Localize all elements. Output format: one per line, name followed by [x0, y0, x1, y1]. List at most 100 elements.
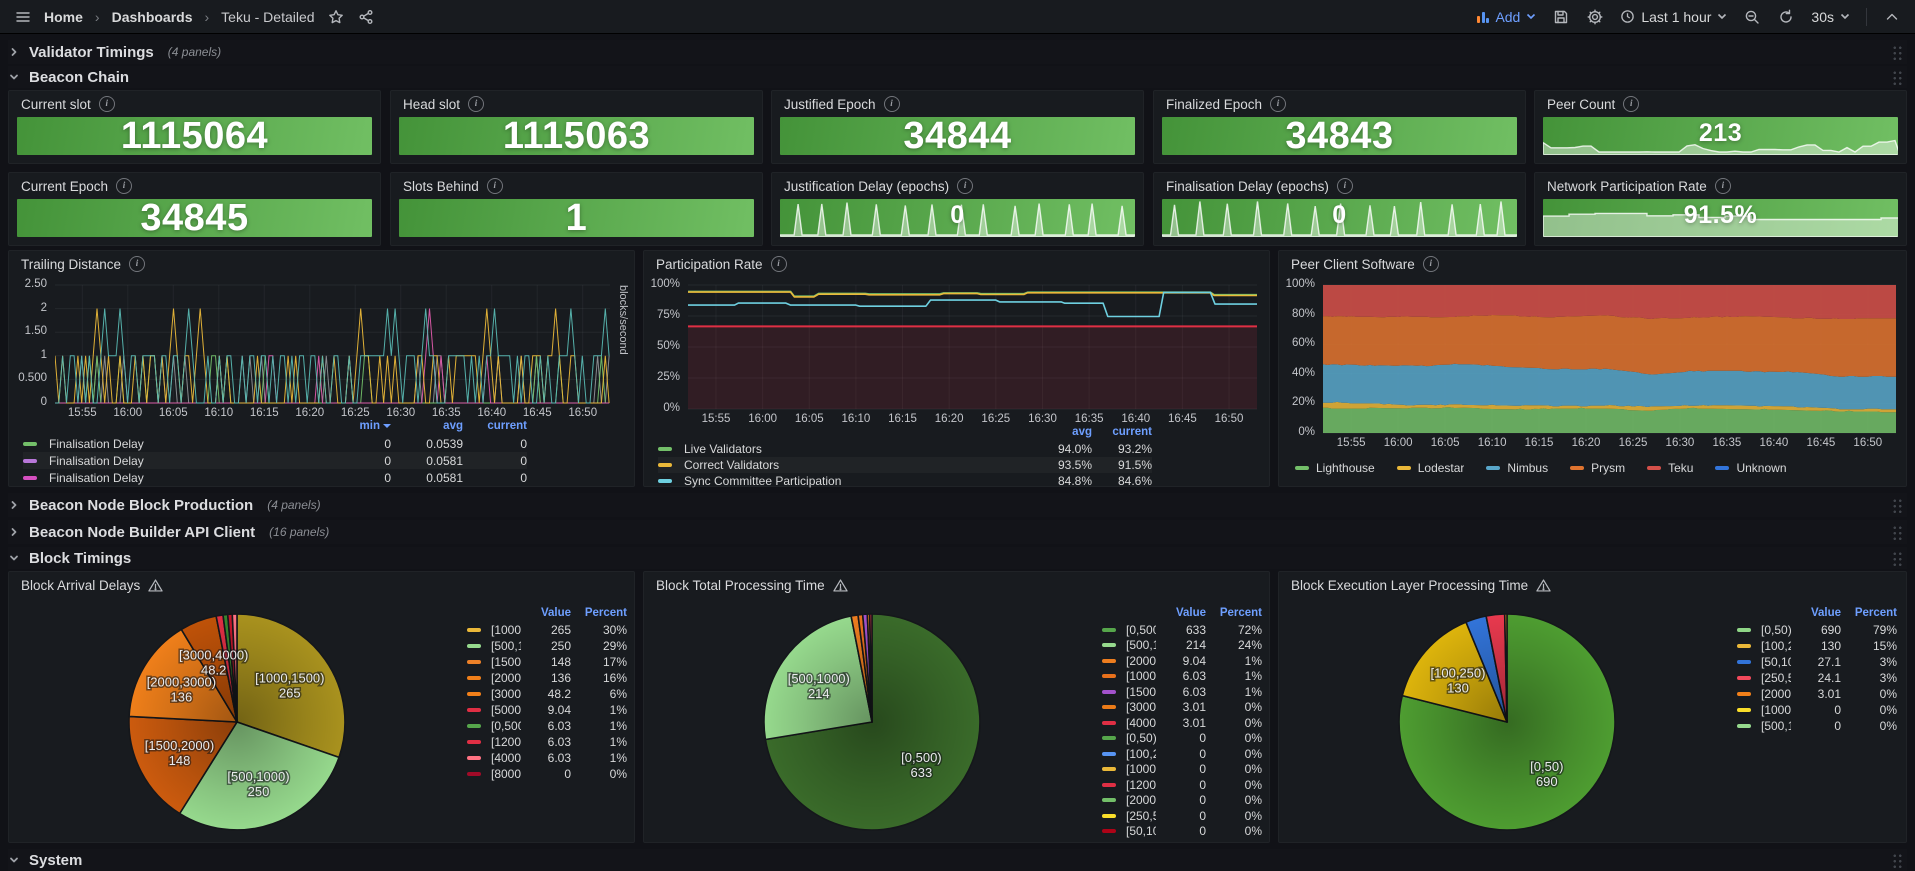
warning-icon[interactable] [833, 578, 848, 593]
legend-item[interactable]: Prysm [1570, 461, 1625, 475]
panel-title[interactable]: Head slot [403, 97, 460, 112]
legend-series-name[interactable]: Finalisation Delay [49, 437, 331, 451]
legend-item[interactable]: Unknown [1715, 461, 1786, 475]
legend-column-header[interactable]: Percent [579, 607, 627, 619]
legend-series-name[interactable]: Live Validators [684, 442, 1028, 456]
chevron-down-icon[interactable] [8, 552, 20, 564]
legend-series-name[interactable]: [500,1000) [1761, 719, 1791, 733]
chevron-down-icon[interactable] [8, 71, 20, 83]
row-block-timings[interactable]: Block Timings [8, 547, 1907, 569]
legend-series-name[interactable]: [0,50) [1761, 623, 1791, 637]
legend-series-name[interactable]: [2000,3000) [1126, 654, 1156, 668]
share-icon[interactable] [357, 8, 375, 26]
legend-series-name[interactable]: Lighthouse [1316, 461, 1375, 475]
panel-title[interactable]: Justified Epoch [784, 97, 876, 112]
legend-series-name[interactable]: [3000,4000) [1126, 700, 1156, 714]
info-icon[interactable]: i [771, 256, 787, 272]
info-icon[interactable]: i [1715, 178, 1731, 194]
legend-series-name[interactable]: [2000,∞) [1761, 687, 1791, 701]
legend-column-header[interactable]: Value [1799, 607, 1841, 619]
legend-series-name[interactable]: [0,500) [1126, 623, 1156, 637]
drag-handle[interactable] [1892, 70, 1903, 85]
zoom-out-icon[interactable] [1743, 8, 1761, 26]
dashboard-settings-icon[interactable] [1586, 8, 1604, 26]
info-icon[interactable]: i [1270, 96, 1286, 112]
legend-series-name[interactable]: Teku [1668, 461, 1693, 475]
legend-series-name[interactable]: [1500,2000) [491, 655, 521, 669]
row-beacon-chain[interactable]: Beacon Chain [8, 66, 1907, 88]
legend-series-name[interactable]: [1000,1500) [491, 623, 521, 637]
chevron-right-icon[interactable] [8, 526, 20, 538]
legend-series-name[interactable]: [12000,∞) [1126, 778, 1156, 792]
legend-series-name[interactable]: [50,100) [1126, 824, 1156, 838]
legend-column-header[interactable]: avg [399, 420, 463, 432]
info-icon[interactable]: i [1337, 178, 1353, 194]
time-range-picker[interactable]: Last 1 hour [1620, 9, 1727, 25]
refresh-interval-dropdown[interactable]: 30s [1811, 9, 1850, 25]
panel-title[interactable]: Slots Behind [403, 179, 479, 194]
save-dashboard-icon[interactable] [1552, 8, 1570, 26]
info-icon[interactable]: i [116, 178, 132, 194]
legend-series-name[interactable]: [5000,8000) [491, 703, 521, 717]
panel-title[interactable]: Current slot [21, 97, 91, 112]
panel-title[interactable]: Finalized Epoch [1166, 97, 1262, 112]
drag-handle[interactable] [1892, 853, 1903, 868]
panel-title[interactable]: Block Total Processing Time [656, 578, 825, 593]
legend-series-name[interactable]: [4000,5000) [491, 751, 521, 765]
panel-title[interactable]: Finalisation Delay (epochs) [1166, 179, 1329, 194]
add-button[interactable]: Add [1477, 9, 1536, 25]
warning-icon[interactable] [1536, 578, 1551, 593]
legend-series-name[interactable]: Sync Committee Participation [684, 474, 1028, 488]
legend-column-header[interactable]: Percent [1849, 607, 1897, 619]
info-icon[interactable]: i [1623, 96, 1639, 112]
legend-column-header[interactable]: min [339, 420, 391, 432]
legend-series-name[interactable]: [100,250) [1761, 639, 1791, 653]
chevron-right-icon[interactable] [8, 499, 20, 511]
row-beacon-node-builder-api-client[interactable]: Beacon Node Builder API Client (16 panel… [8, 520, 1907, 544]
legend-column-header[interactable]: Percent [1214, 607, 1262, 619]
legend-series-name[interactable]: [1000,2000) [1126, 762, 1156, 776]
row-system[interactable]: System [8, 849, 1907, 871]
legend-series-name[interactable]: [8000,12000) [491, 767, 521, 781]
refresh-icon[interactable] [1777, 8, 1795, 26]
legend-series-name[interactable]: [1500,2000) [1126, 685, 1156, 699]
legend-series-name[interactable]: [500,1000) [1126, 638, 1156, 652]
legend-series-name[interactable]: Nimbus [1507, 461, 1548, 475]
info-icon[interactable]: i [487, 178, 503, 194]
legend-series-name[interactable]: [4000,5000) [1126, 716, 1156, 730]
legend-series-name[interactable]: [0,50) [1126, 731, 1156, 745]
panel-title[interactable]: Peer Client Software [1291, 257, 1415, 272]
chevron-up-icon[interactable] [1883, 8, 1901, 26]
chevron-right-icon[interactable] [8, 46, 20, 58]
panel-title[interactable]: Justification Delay (epochs) [784, 179, 949, 194]
info-icon[interactable]: i [884, 96, 900, 112]
panel-title[interactable]: Peer Count [1547, 97, 1615, 112]
legend-series-name[interactable]: [1000,1500) [1126, 669, 1156, 683]
legend-column-header[interactable]: avg [1036, 426, 1092, 438]
legend-series-name[interactable]: [250,500) [1761, 671, 1791, 685]
row-beacon-node-block-production[interactable]: Beacon Node Block Production (4 panels) [8, 493, 1907, 517]
legend-series-name[interactable]: Correct Validators [684, 458, 1028, 472]
info-icon[interactable]: i [129, 256, 145, 272]
breadcrumb-dashboards[interactable]: Dashboards [112, 9, 193, 25]
breadcrumb-home[interactable]: Home [44, 9, 83, 25]
legend-item[interactable]: Teku [1647, 461, 1693, 475]
legend-series-name[interactable]: Finalisation Delay [49, 454, 331, 468]
panel-title[interactable]: Trailing Distance [21, 257, 121, 272]
legend-series-name[interactable]: Lodestar [1418, 461, 1465, 475]
legend-item[interactable]: Nimbus [1486, 461, 1548, 475]
legend-series-name[interactable]: [2000,∞) [1126, 793, 1156, 807]
panel-title[interactable]: Block Execution Layer Processing Time [1291, 578, 1528, 593]
info-icon[interactable]: i [99, 96, 115, 112]
legend-series-name[interactable]: [3000,4000) [491, 687, 521, 701]
panel-title[interactable]: Participation Rate [656, 257, 763, 272]
star-icon[interactable] [327, 8, 345, 26]
legend-series-name[interactable]: [100,250) [1126, 747, 1156, 761]
panel-title[interactable]: Network Participation Rate [1547, 179, 1707, 194]
info-icon[interactable]: i [1423, 256, 1439, 272]
legend-item[interactable]: Lighthouse [1295, 461, 1375, 475]
legend-series-name[interactable]: [0,500) [491, 719, 521, 733]
legend-series-name[interactable]: [250,500) [1126, 809, 1156, 823]
drag-handle[interactable] [1892, 45, 1903, 60]
chevron-down-icon[interactable] [8, 854, 20, 866]
